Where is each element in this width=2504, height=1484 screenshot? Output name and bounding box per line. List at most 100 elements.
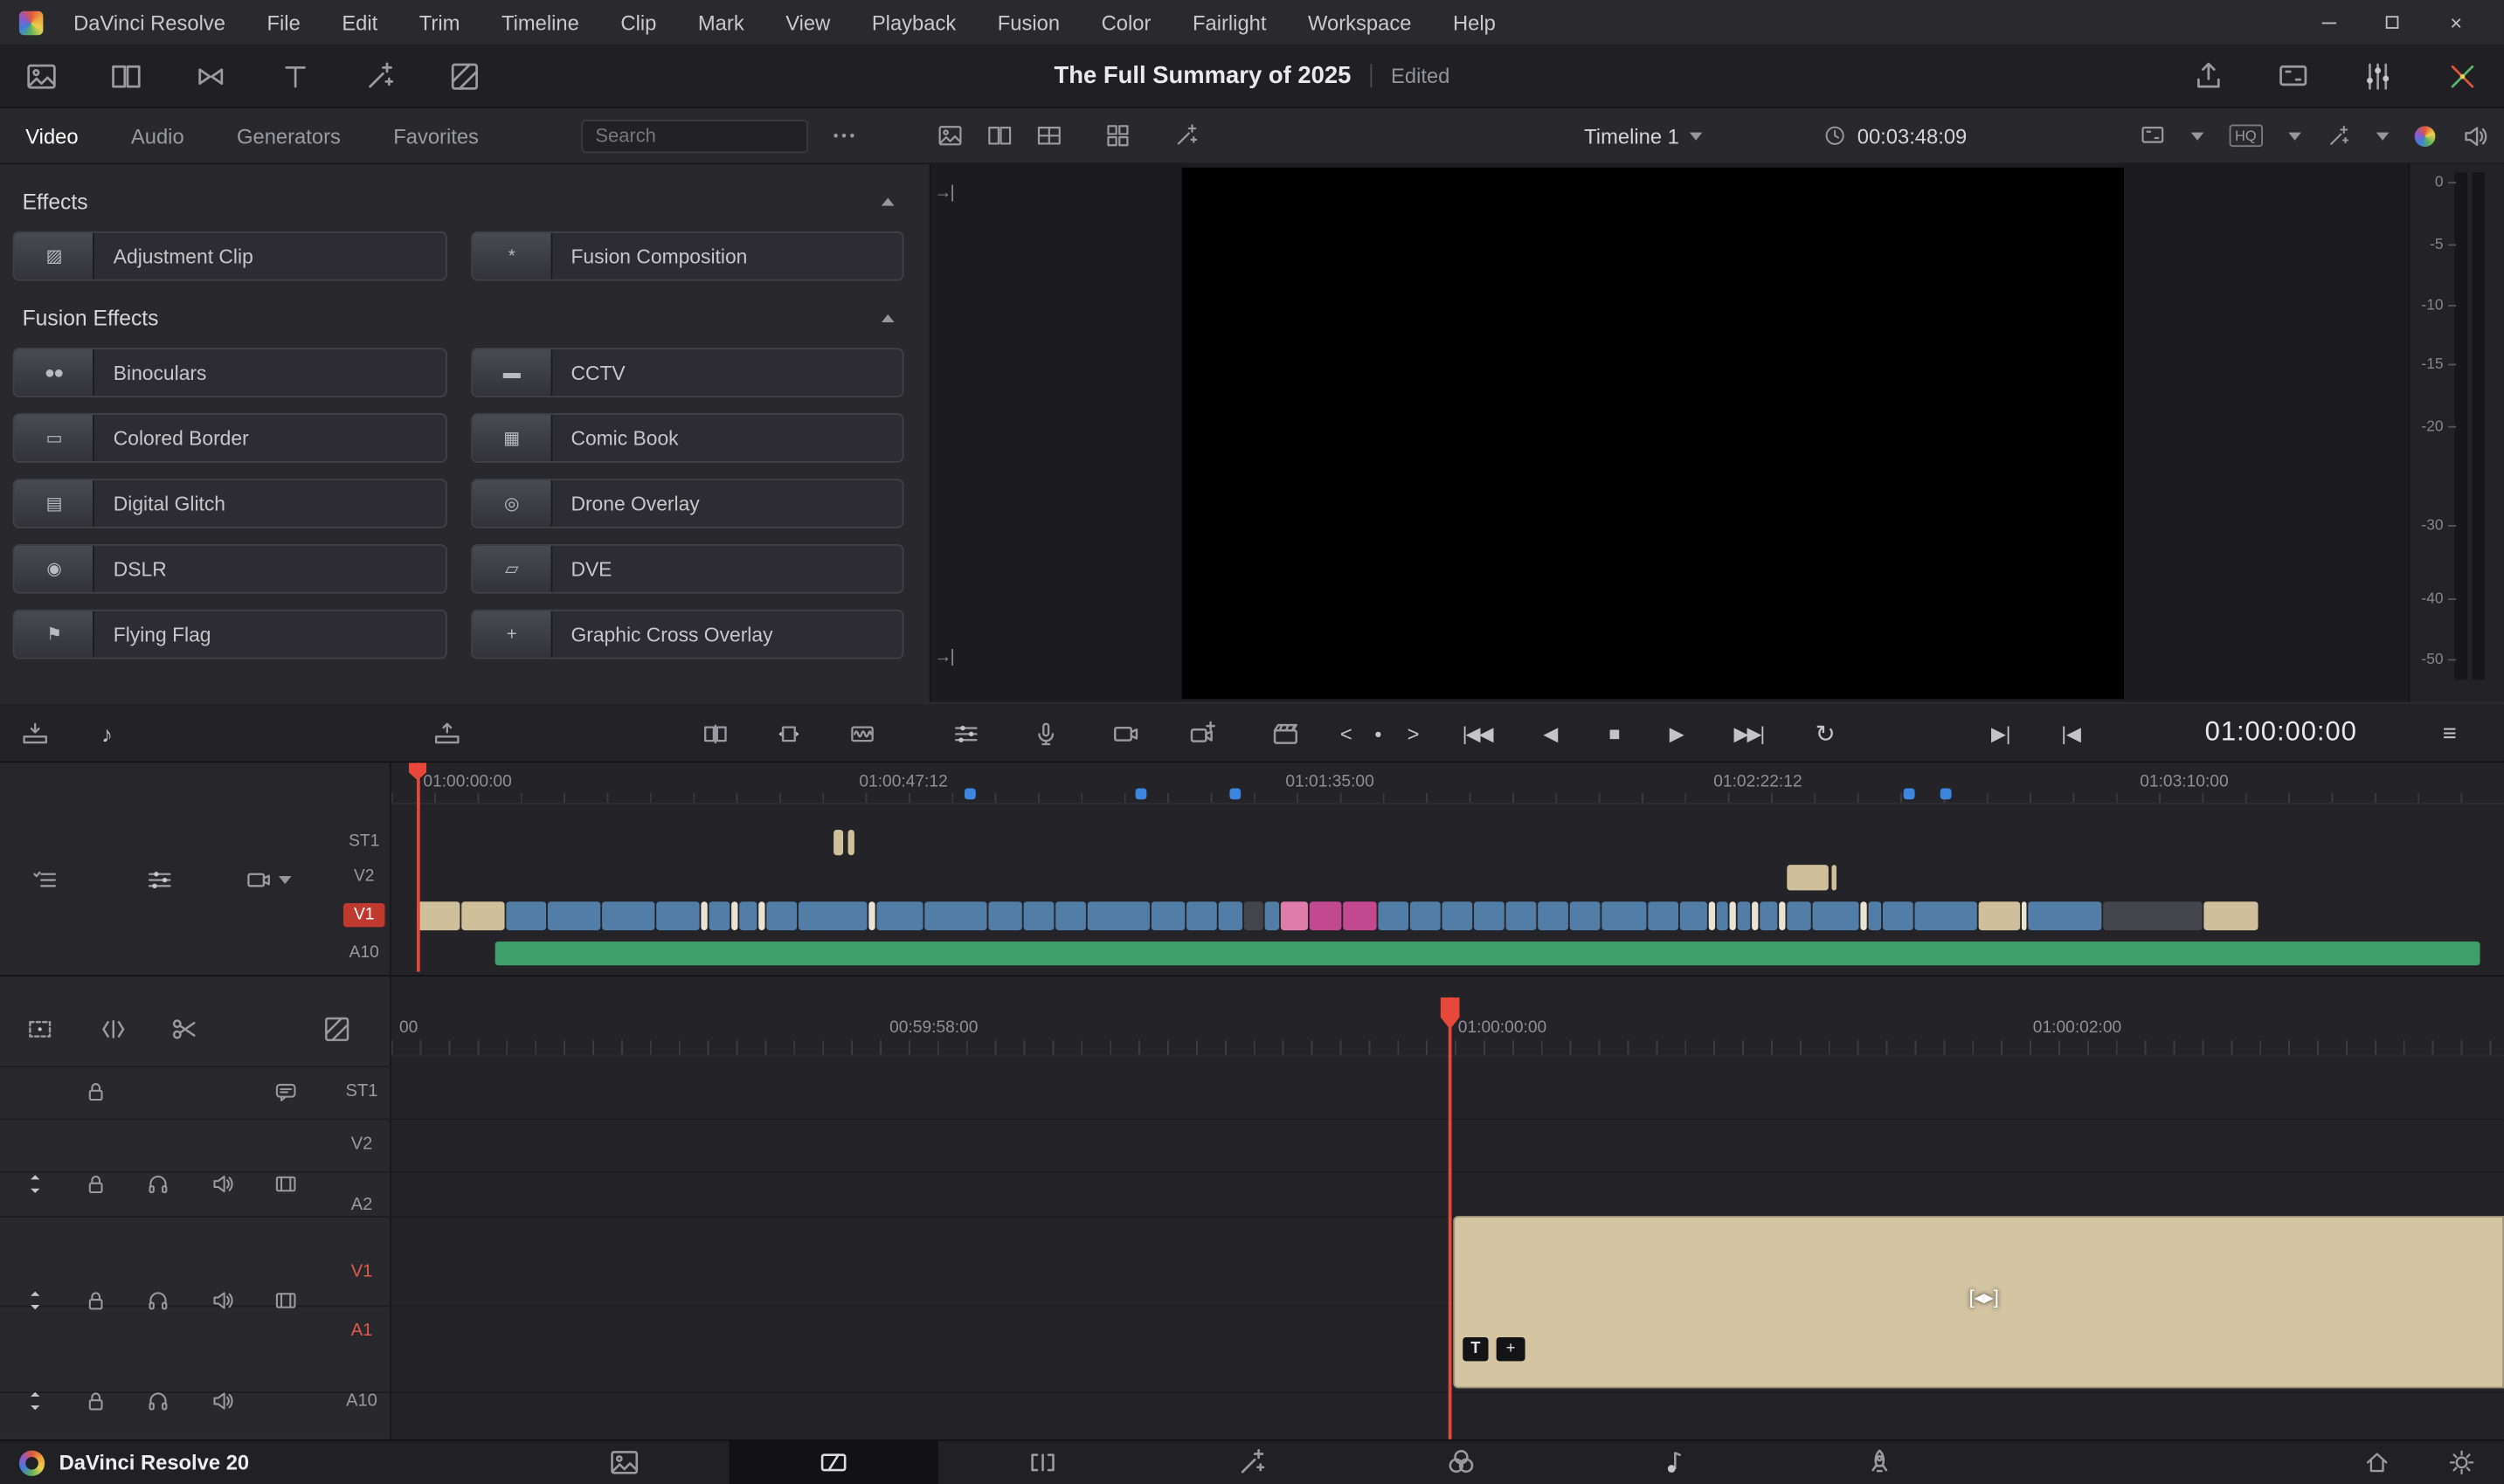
overview-ruler[interactable]: 01:00:00:0001:00:47:1201:01:35:0001:02:2…: [391, 763, 2504, 804]
track-label-a2[interactable]: A2: [332, 1195, 391, 1214]
effects-wand-icon[interactable]: [364, 60, 397, 93]
overview-clip[interactable]: [988, 901, 1021, 930]
subtitle-icon[interactable]: [273, 1080, 297, 1103]
overview-clip[interactable]: [417, 901, 460, 930]
play-to-start-button[interactable]: |◀: [2061, 723, 2081, 746]
overview-clip[interactable]: [1219, 901, 1242, 930]
page-fairlight[interactable]: [1566, 1441, 1774, 1484]
overview-clip[interactable]: [1265, 901, 1279, 930]
effect-digital-glitch[interactable]: ▤Digital Glitch: [13, 479, 446, 528]
menu-item-view[interactable]: View: [764, 10, 851, 34]
overview-clip[interactable]: [1730, 901, 1736, 930]
overview-clip[interactable]: [1752, 901, 1758, 930]
sync-bin-icon[interactable]: [195, 60, 227, 93]
overview-clip[interactable]: [602, 901, 654, 930]
transitions-icon[interactable]: [449, 60, 481, 93]
overview-clip[interactable]: [1152, 901, 1185, 930]
video-frame[interactable]: [1182, 168, 2124, 699]
voiceover-button[interactable]: [1033, 721, 1060, 748]
overview-clip[interactable]: [2028, 901, 2101, 930]
append-clip-button[interactable]: [433, 721, 460, 748]
overview-clip[interactable]: [1738, 901, 1751, 930]
menu-item-edit[interactable]: Edit: [322, 10, 398, 34]
overview-clip[interactable]: [1787, 865, 1829, 890]
more-options-icon[interactable]: •••: [834, 128, 858, 143]
enhance-icon[interactable]: [2327, 124, 2350, 148]
overview-track-label-a10[interactable]: A10: [340, 943, 388, 963]
overview-clip[interactable]: [461, 901, 504, 930]
effect-drone-overlay[interactable]: ◎Drone Overlay: [470, 479, 903, 528]
overview-clip[interactable]: [834, 830, 843, 855]
loop-button[interactable]: ↻: [1816, 720, 1836, 749]
play-button[interactable]: ▶: [1670, 723, 1684, 746]
overview-track-label-v1[interactable]: V1: [343, 903, 385, 927]
effect-dslr[interactable]: ◉DSLR: [13, 544, 446, 594]
settings-gear-icon[interactable]: [2448, 1449, 2475, 1476]
overview-track-label-st1[interactable]: ST1: [340, 832, 388, 851]
previous-clip-button[interactable]: |◀◀: [1463, 723, 1492, 746]
overview-clip[interactable]: [1506, 901, 1537, 930]
overview-clip[interactable]: [1860, 901, 1866, 930]
track-label-a10[interactable]: A10: [332, 1391, 391, 1411]
timeline-clip[interactable]: T + [◂▸]: [1453, 1216, 2504, 1388]
overview-clip[interactable]: [1474, 901, 1504, 930]
stop-button[interactable]: ■: [1608, 723, 1620, 746]
overview-clip[interactable]: [1601, 901, 1646, 930]
quick-export-icon[interactable]: [2193, 60, 2225, 93]
overview-playhead[interactable]: [417, 763, 420, 971]
insert-clip-button[interactable]: [22, 721, 49, 748]
titles-icon[interactable]: [280, 60, 312, 93]
overview-clip[interactable]: [1410, 901, 1441, 930]
overview-clip[interactable]: [1186, 901, 1217, 930]
maximize-button[interactable]: [2360, 0, 2424, 45]
insert-audio-button[interactable]: ♪: [101, 721, 113, 747]
menu-item-workspace[interactable]: Workspace: [1287, 10, 1432, 34]
jump-to-in-icon[interactable]: →|: [934, 183, 953, 203]
timeline-selector[interactable]: Timeline 1: [1584, 124, 1703, 148]
menu-item-file[interactable]: File: [246, 10, 322, 34]
overview-clip[interactable]: [758, 901, 764, 930]
mute-icon[interactable]: [210, 1389, 233, 1412]
playhead[interactable]: [1449, 997, 1452, 1439]
overview-clip[interactable]: [1343, 901, 1376, 930]
add-poi-button[interactable]: [1188, 720, 1217, 749]
overview-clip[interactable]: [656, 901, 699, 930]
color-tools-icon[interactable]: [2446, 60, 2479, 93]
mute-icon[interactable]: [210, 1172, 233, 1196]
overview-clip[interactable]: [1680, 901, 1707, 930]
menu-item-timeline[interactable]: Timeline: [481, 10, 599, 34]
fullscreen-icon[interactable]: [2277, 60, 2309, 93]
tab-generators[interactable]: Generators: [237, 124, 341, 148]
audio-clip-button[interactable]: [848, 721, 875, 748]
overview-clip[interactable]: [1648, 901, 1678, 930]
menu-item-playback[interactable]: Playback: [851, 10, 977, 34]
overview-clip[interactable]: [731, 901, 737, 930]
effect-fusion-composition[interactable]: *Fusion Composition: [470, 231, 903, 281]
overview-clip[interactable]: [1088, 901, 1150, 930]
collapse-chevron-icon[interactable]: [882, 197, 895, 205]
menu-item-trim[interactable]: Trim: [398, 10, 481, 34]
overview-clip[interactable]: [506, 901, 546, 930]
overview-mixer-icon[interactable]: [146, 866, 173, 894]
overview-clip[interactable]: [1055, 901, 1086, 930]
auto-select-icon[interactable]: [24, 1172, 47, 1196]
play-to-end-button[interactable]: ▶|: [1991, 723, 2011, 746]
play-around-out-button[interactable]: >: [1408, 722, 1420, 746]
tab-video[interactable]: Video: [25, 124, 78, 148]
mixer-panel-icon[interactable]: [2362, 60, 2394, 93]
menu-item-color[interactable]: Color: [1081, 10, 1172, 34]
record-icon[interactable]: [273, 1288, 297, 1312]
overview-clip[interactable]: [924, 901, 986, 930]
mute-icon[interactable]: [210, 1288, 233, 1312]
page-cut[interactable]: [729, 1441, 937, 1484]
dual-viewer-icon[interactable]: [110, 60, 142, 93]
overview-clip[interactable]: [1979, 901, 2021, 930]
play-around-in-button[interactable]: <: [1340, 722, 1352, 746]
overview-clip[interactable]: [1281, 901, 1308, 930]
page-color[interactable]: [1357, 1441, 1566, 1484]
lock-icon[interactable]: [84, 1080, 107, 1103]
overview-audio-clip[interactable]: [495, 942, 2480, 965]
effect-binoculars[interactable]: ●●Binoculars: [13, 348, 446, 397]
lock-icon[interactable]: [84, 1172, 107, 1196]
next-clip-button[interactable]: ▶▶|: [1733, 723, 1763, 746]
